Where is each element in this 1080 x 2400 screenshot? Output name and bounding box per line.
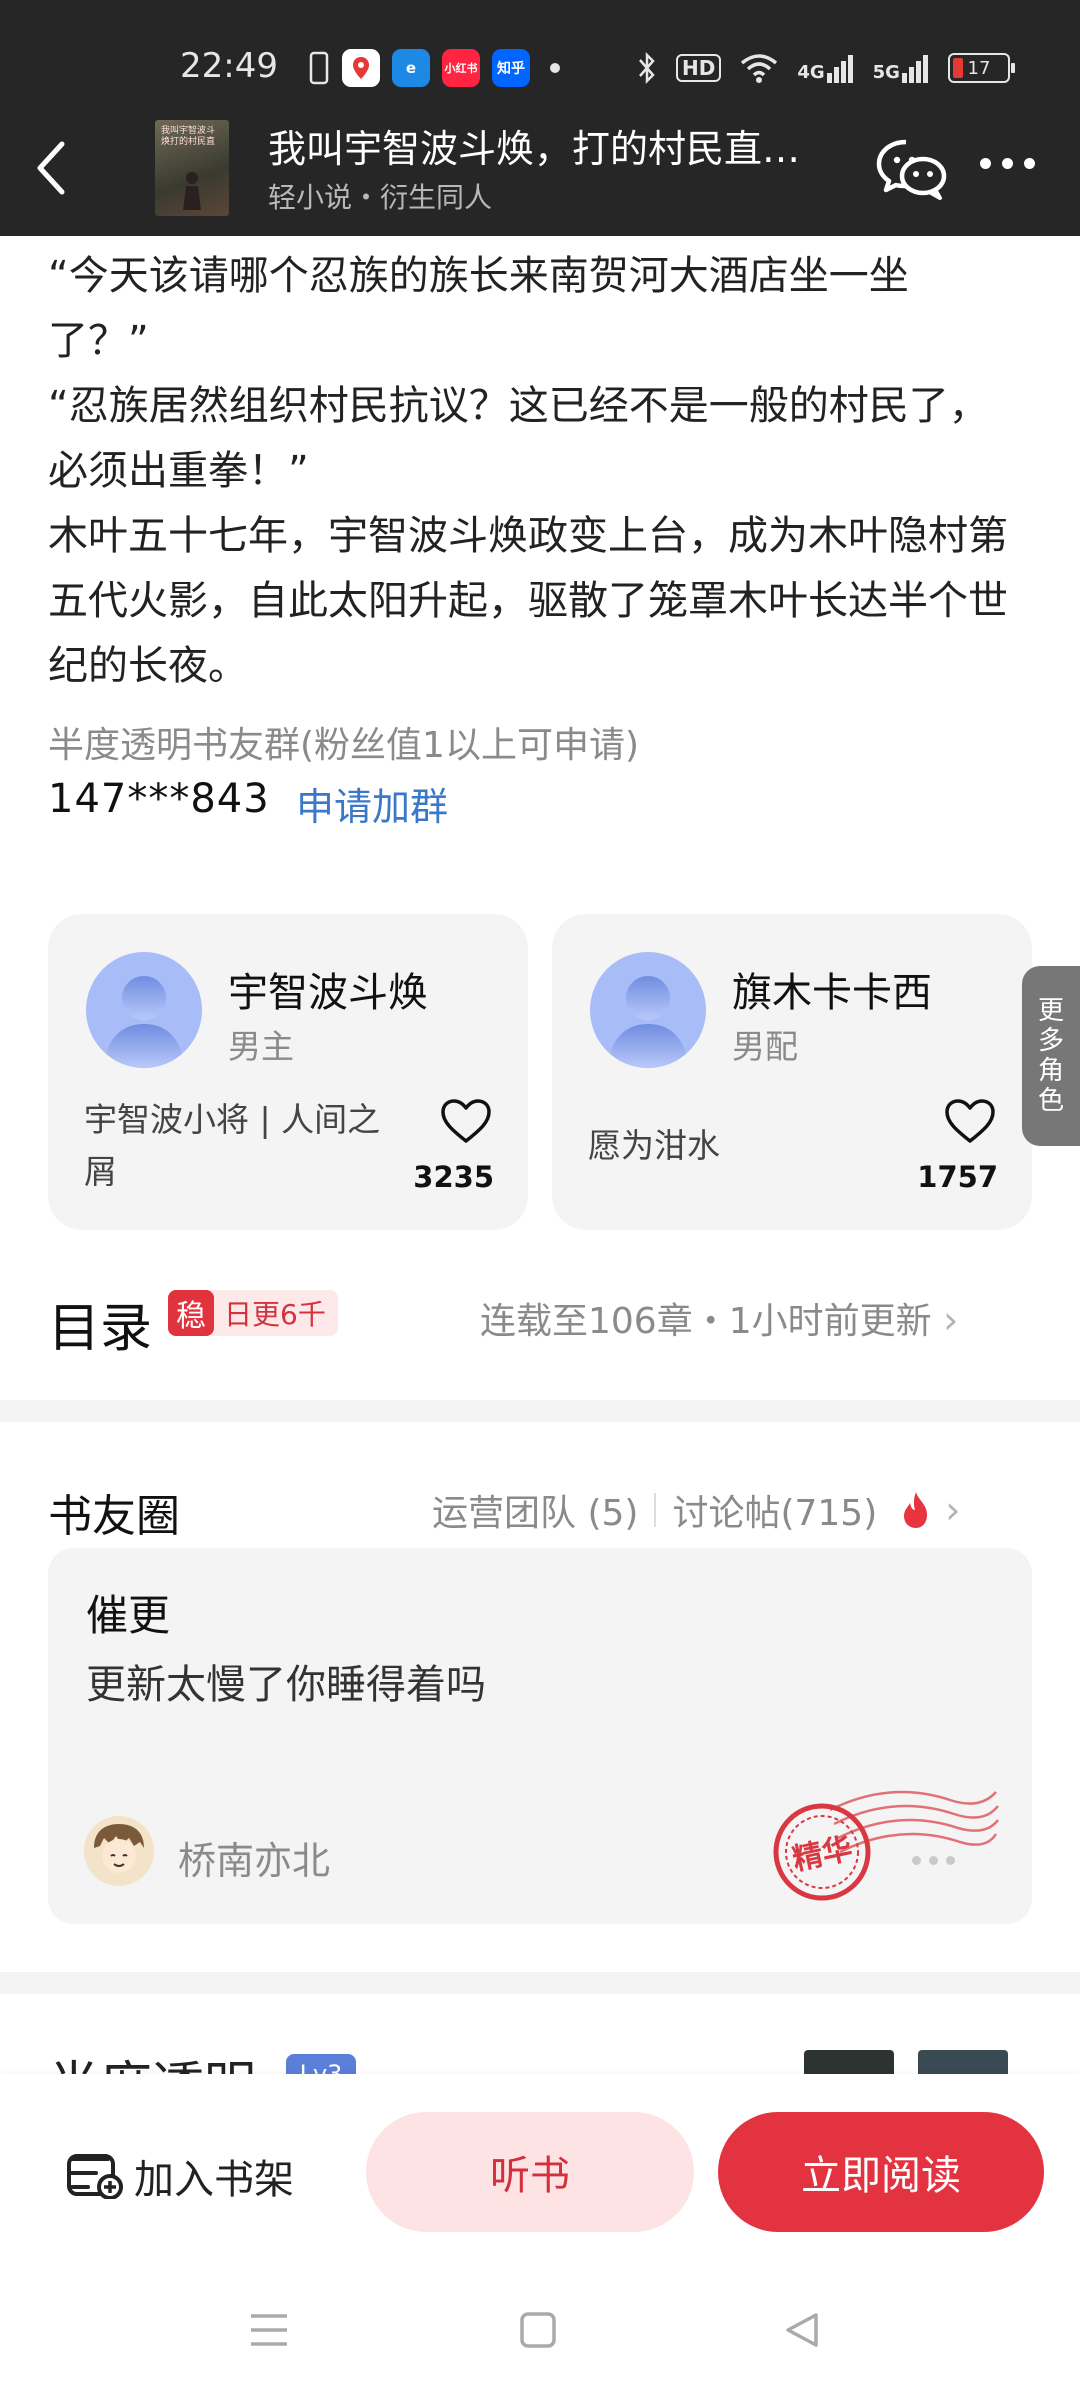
catalog-status[interactable]: 连载至106章・1小时前更新 › [480,1292,958,1344]
notification-dot-icon [550,63,560,73]
back-nav-icon[interactable] [782,2310,822,2350]
intro-paragraph: “忍族居然组织村民抗议？这已经不是一般的村民了，必须出重拳！” [48,383,989,494]
fan-group-label: 半度透明书友群(粉丝值1以上可申请) [48,725,639,766]
wechat-share-icon[interactable] [876,138,948,200]
status-time: 22:49 [180,46,278,86]
status-right: HD 4G 5G 17 [636,46,1015,90]
role-name: 旗木卡卡西 [732,970,932,1016]
red-app-icon [342,49,380,87]
signal-5g: 5G [873,53,930,83]
post-username[interactable]: 桥南亦北 [178,1830,330,1885]
add-shelf-icon [67,2154,123,2199]
intro-paragraph: 木叶五十七年，宇智波斗焕政变上台，成为木叶隐村第五代火影，自此太阳升起，驱散了笼… [48,513,1008,689]
daily-update-text: 日更6千 [224,1298,326,1331]
menu-nav-icon[interactable] [248,2310,290,2350]
chevron-right-icon: › [945,1488,961,1532]
intro-paragraph: “今天该请哪个忍族的族长来南贺河大酒店坐一坐了？” [48,253,909,364]
book-title: 我叫宇智波斗焕，打的村民直… [268,127,801,171]
role-card[interactable]: 宇智波斗焕 男主 宇智波小将 | 人间之屑 3235 [48,914,528,1230]
section-divider [0,1400,1080,1422]
xiaohongshu-app-icon: 小红书 [442,49,480,87]
carousel-indicator [912,1856,955,1865]
bluetooth-icon [639,51,655,85]
chevron-right-icon: › [943,1298,959,1342]
essence-stamp: 精华 [773,1790,999,1901]
book-circle-stats[interactable]: 运营团队 (5) 讨论帖(715) › [432,1484,960,1536]
role-type: 男配 [732,1027,798,1066]
listen-button[interactable]: 听书 [366,2112,694,2232]
add-to-shelf-button[interactable]: 加入书架 [66,2146,294,2206]
cover-text: 我叫宇智波斗焕打的村民直 [161,126,216,147]
read-now-button[interactable]: 立即阅读 [718,2112,1044,2232]
update-badge: 稳 日更6千 [168,1290,338,1336]
book-circle-title: 书友圈 [48,1491,180,1542]
home-nav-icon[interactable] [518,2310,558,2350]
serial-status-text: 连载至106章・1小时前更新 [480,1301,932,1342]
phone-outline-icon [309,51,329,85]
role-type: 男主 [228,1027,294,1066]
role-avatar [590,952,706,1068]
hd-voice-badge: HD [676,54,722,82]
catalog-title[interactable]: 目录 [48,1286,152,1361]
add-shelf-label: 加入书架 [134,2157,294,2203]
signal-4g: 4G [797,53,854,83]
wifi-icon [741,54,778,83]
stamp-text: 精华 [790,1831,856,1878]
book-category: 轻小说・衍生同人 [268,181,493,214]
join-group-link[interactable]: 申请加群 [296,776,448,831]
role-description: 愿为泔水 [588,1126,720,1165]
featured-post-card[interactable]: 催更 更新太慢了你睡得着吗 桥南亦北 精华 [48,1548,1032,1924]
more-options-icon[interactable] [980,158,1035,169]
cover-figure-icon [183,172,201,210]
battery-icon: 17 [947,53,1015,83]
post-title: 催更 [86,1591,171,1640]
post-body: 更新太慢了你睡得着吗 [86,1662,486,1708]
zhihu-app-icon: 知乎 [492,49,530,87]
user-avatar[interactable] [84,1816,154,1886]
heart-icon[interactable] [440,1098,492,1144]
ops-team-count[interactable]: 运营团队 (5) [432,1484,638,1536]
more-roles-label: 更多角色 [1037,996,1064,1116]
heart-icon[interactable] [944,1098,996,1144]
more-roles-tab[interactable]: 更多角色 [1022,966,1080,1146]
book-cover[interactable]: 我叫宇智波斗焕打的村民直 [155,120,229,216]
battery-level: 17 [967,57,991,79]
fire-icon [904,1492,928,1528]
eleme-app-icon: e [392,49,430,87]
book-intro: “今天该请哪个忍族的族长来南贺河大酒店坐一坐了？” “忍族居然组织村民抗议？这已… [48,244,1008,699]
role-avatar [86,952,202,1068]
back-arrow-icon[interactable] [32,138,72,198]
fan-group-number: 147***843 [48,776,270,822]
role-description: 宇智波小将 | 人间之屑 [84,1100,381,1191]
stable-badge-icon: 稳 [168,1290,214,1336]
role-name: 宇智波斗焕 [228,970,428,1016]
role-card[interactable]: 旗木卡卡西 男配 愿为泔水 1757 [552,914,1032,1230]
role-like-count: 1757 [917,1160,998,1194]
section-divider [0,1972,1080,1994]
discussion-count[interactable]: 讨论帖(715) [672,1484,877,1536]
status-app-icons: e 小红书 知乎 [308,48,560,88]
role-like-count: 3235 [413,1160,494,1194]
